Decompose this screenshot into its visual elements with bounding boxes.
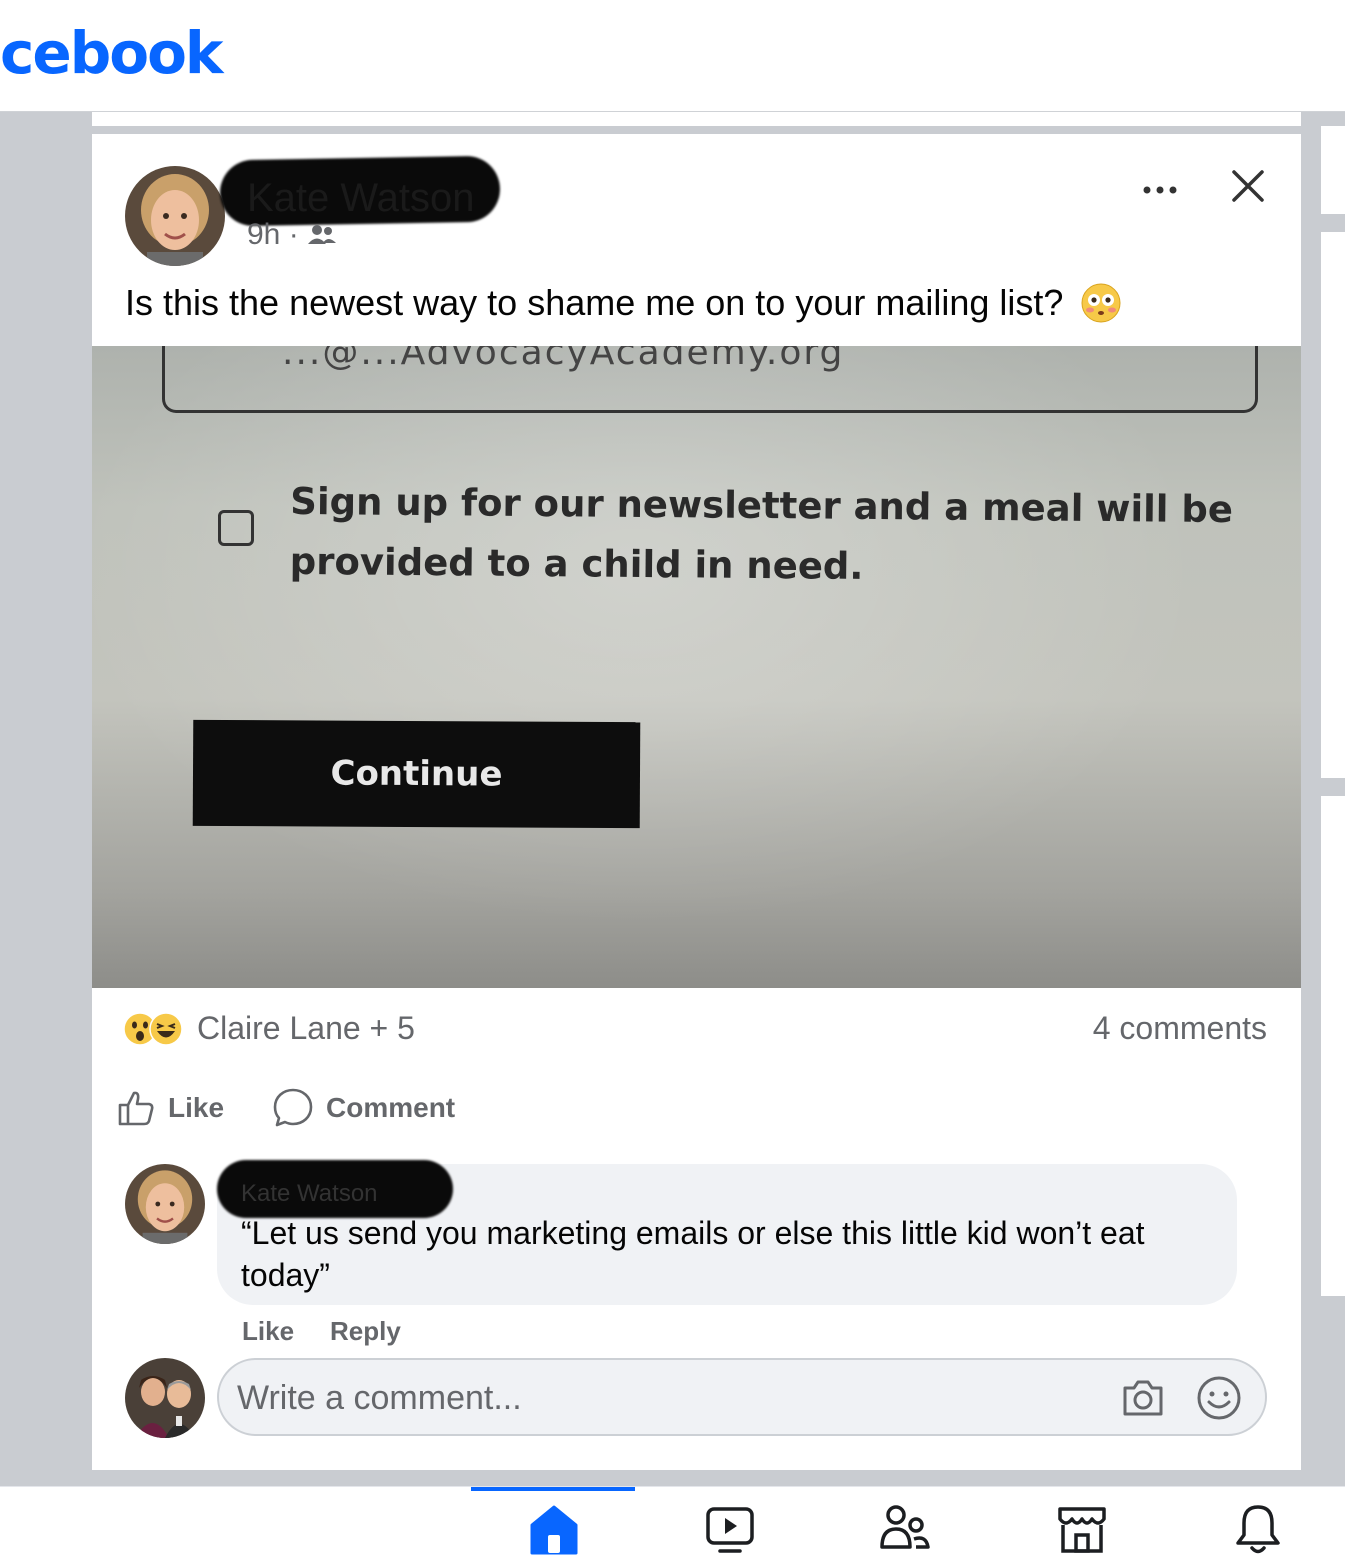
comment-composer[interactable] bbox=[217, 1358, 1267, 1436]
flushed-emoji-icon bbox=[1081, 283, 1121, 323]
comment-reply-button[interactable]: Reply bbox=[330, 1316, 401, 1347]
top-bar: cebook bbox=[0, 0, 1345, 112]
comment-label: Comment bbox=[326, 1092, 456, 1123]
thumbs-up-icon bbox=[118, 1091, 154, 1126]
photo-newsletter-checkbox bbox=[218, 510, 254, 546]
comment-text: “Let us send you marketing emails or els… bbox=[241, 1215, 1145, 1293]
active-tab-indicator bbox=[471, 1487, 635, 1491]
side-card-peek bbox=[1321, 126, 1345, 214]
facebook-logo[interactable]: cebook bbox=[0, 24, 224, 82]
nav-notifications[interactable] bbox=[1230, 1503, 1286, 1555]
author-name[interactable]: Kate Watson bbox=[247, 176, 475, 221]
more-options-button[interactable] bbox=[1138, 172, 1182, 200]
previous-post-edge bbox=[92, 112, 1301, 126]
post-text-content: Is this the newest way to shame me on to… bbox=[125, 282, 1064, 323]
nav-marketplace[interactable] bbox=[1054, 1503, 1110, 1555]
comment-button[interactable]: Comment bbox=[272, 1084, 455, 1132]
post-photo[interactable]: ...@...AdvocacyAcademy.org Sign up for o… bbox=[92, 346, 1301, 988]
nav-video[interactable] bbox=[702, 1503, 758, 1555]
dot-separator: · bbox=[288, 218, 308, 251]
comment-author[interactable]: Kate Watson bbox=[241, 1180, 378, 1208]
friends-audience-icon bbox=[308, 225, 337, 244]
camera-button[interactable] bbox=[1119, 1374, 1167, 1422]
close-icon bbox=[1232, 170, 1264, 202]
bell-icon bbox=[1236, 1505, 1280, 1554]
post-card: Kate Watson 9h · Is this the newest way … bbox=[92, 134, 1301, 1470]
friends-icon bbox=[880, 1505, 930, 1549]
close-post-button[interactable] bbox=[1226, 164, 1270, 208]
nav-home[interactable] bbox=[526, 1503, 582, 1555]
smiley-icon bbox=[1197, 1376, 1241, 1420]
post-meta: 9h · bbox=[247, 218, 337, 252]
bottom-navigation bbox=[0, 1486, 1345, 1559]
post-time[interactable]: 9h bbox=[247, 218, 280, 251]
commenter-avatar[interactable] bbox=[125, 1164, 205, 1244]
photo-shading bbox=[92, 346, 1301, 988]
comment-bubble: Kate Watson “Let us send you marketing e… bbox=[217, 1160, 1237, 1305]
photo-continue-button: Continue bbox=[192, 719, 641, 829]
comments-count[interactable]: 4 comments bbox=[1093, 1010, 1267, 1047]
photo-email-text: ...@...AdvocacyAcademy.org bbox=[282, 346, 845, 373]
home-icon bbox=[530, 1505, 578, 1555]
author-avatar[interactable] bbox=[125, 166, 225, 266]
post-text: Is this the newest way to shame me on to… bbox=[125, 282, 1121, 324]
reaction-names: Claire Lane + 5 bbox=[197, 1010, 415, 1046]
more-icon bbox=[1143, 186, 1177, 194]
side-card-peek bbox=[1321, 796, 1345, 1296]
side-card-peek bbox=[1321, 232, 1345, 778]
photo-newsletter-text: Sign up for our newsletter and a meal wi… bbox=[289, 472, 1234, 600]
photo-newsletter-line1: Sign up for our newsletter and a meal wi… bbox=[290, 479, 1234, 532]
comment-bubble-icon bbox=[273, 1088, 313, 1127]
like-button[interactable]: Like bbox=[116, 1084, 224, 1132]
video-icon bbox=[706, 1507, 754, 1553]
like-label: Like bbox=[168, 1092, 225, 1123]
camera-icon bbox=[1123, 1380, 1163, 1416]
photo-newsletter-line2: provided to a child in need. bbox=[289, 539, 864, 588]
current-user-avatar[interactable] bbox=[125, 1358, 205, 1438]
haha-reaction-icon bbox=[149, 1012, 183, 1046]
marketplace-icon bbox=[1058, 1507, 1106, 1553]
nav-friends[interactable] bbox=[878, 1503, 934, 1555]
comment-like-button[interactable]: Like bbox=[242, 1316, 294, 1347]
emoji-button[interactable] bbox=[1195, 1374, 1243, 1422]
comment-input[interactable] bbox=[235, 1370, 1099, 1426]
